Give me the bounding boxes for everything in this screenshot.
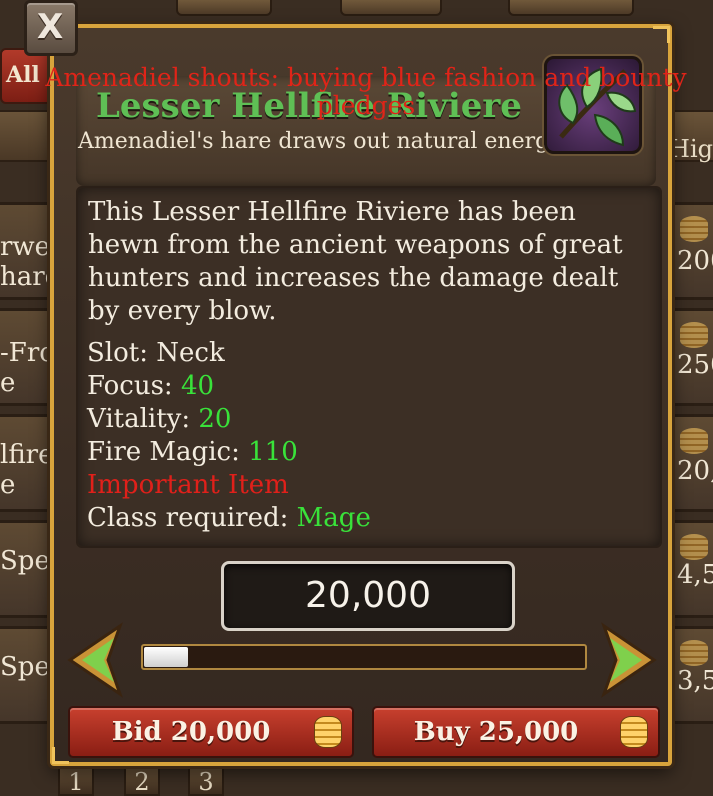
stat-slot-value: Neck bbox=[156, 338, 225, 368]
coin-icon bbox=[680, 322, 708, 348]
bg-row-price: 4,5 bbox=[677, 560, 713, 590]
stat-class-label: Class required: bbox=[87, 503, 289, 533]
bg-header-high: Hig bbox=[669, 135, 713, 163]
stat-vitality: Vitality: 20 bbox=[87, 404, 231, 434]
stat-slot: Slot: Neck bbox=[87, 338, 225, 368]
bg-row-name: lfire e bbox=[0, 440, 54, 500]
stat-fire-label: Fire Magic: bbox=[87, 437, 240, 467]
stat-fire-magic: Fire Magic: 110 bbox=[87, 437, 298, 467]
bg-row-price: 200 bbox=[677, 246, 713, 276]
page-2-button[interactable]: 2 bbox=[124, 766, 160, 796]
bg-row-price: 20, bbox=[677, 456, 713, 486]
bid-button[interactable]: Bid 20,000 bbox=[68, 706, 354, 758]
corner-ornament bbox=[653, 26, 670, 43]
coin-icon bbox=[680, 640, 708, 666]
bid-amount-display[interactable]: 20,000 bbox=[221, 561, 515, 631]
close-icon: X bbox=[37, 7, 64, 47]
bid-button-label: Bid 20,000 bbox=[111, 717, 271, 747]
bid-slider-fill bbox=[144, 647, 188, 667]
chat-shout: Amenadiel shouts: buying blue fashion an… bbox=[45, 63, 687, 120]
important-item-tag: Important Item bbox=[87, 470, 289, 500]
bg-top-tab-3[interactable] bbox=[508, 0, 634, 16]
bg-top-tab-1[interactable] bbox=[176, 0, 272, 16]
description-panel[interactable]: This Lesser Hellfire Riviere has been he… bbox=[76, 186, 662, 548]
increase-arrow-button[interactable] bbox=[600, 622, 658, 698]
corner-ornament bbox=[52, 747, 69, 764]
coin-icon bbox=[680, 534, 708, 560]
page-3-button[interactable]: 3 bbox=[188, 766, 224, 796]
bg-row-name: -Fro e bbox=[0, 338, 55, 398]
stat-class: Class required: Mage bbox=[87, 503, 371, 533]
buy-button-label: Buy 25,000 bbox=[413, 717, 579, 747]
coin-icon bbox=[620, 716, 648, 748]
page-1-button[interactable]: 1 bbox=[58, 766, 94, 796]
decrease-arrow-button[interactable] bbox=[66, 622, 124, 698]
stat-focus-label: Focus: bbox=[87, 371, 173, 401]
buy-button[interactable]: Buy 25,000 bbox=[372, 706, 660, 758]
item-detail-dialog: Lesser Hellfire Riviere Amenadiel's hare… bbox=[50, 24, 672, 766]
bg-top-tab-2[interactable] bbox=[340, 0, 442, 16]
stat-class-value: Mage bbox=[296, 503, 371, 533]
coin-icon bbox=[680, 428, 708, 454]
stat-vitality-label: Vitality: bbox=[87, 404, 191, 434]
stat-focus-value: 40 bbox=[180, 371, 215, 401]
stat-slot-label: Slot: bbox=[87, 338, 148, 368]
stat-vitality-value: 20 bbox=[198, 404, 232, 434]
bid-slider[interactable] bbox=[141, 644, 587, 670]
item-description: This Lesser Hellfire Riviere has been he… bbox=[88, 197, 623, 326]
coin-icon bbox=[314, 716, 342, 748]
stat-fire-value: 110 bbox=[248, 437, 298, 467]
bg-row-price: 250 bbox=[677, 350, 713, 380]
bg-row-price: 3,5 bbox=[677, 666, 713, 696]
close-button[interactable]: X bbox=[24, 0, 78, 56]
coin-icon bbox=[680, 216, 708, 242]
stat-focus: Focus: 40 bbox=[87, 371, 214, 401]
